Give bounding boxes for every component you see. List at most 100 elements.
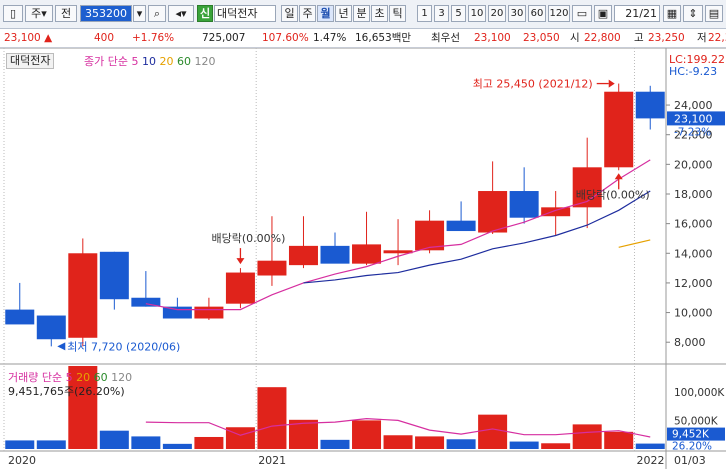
market-select[interactable]: 주▾ — [25, 5, 53, 22]
quote-open: 22,800 — [584, 32, 621, 44]
stock-name-field[interactable]: 대덕전자 — [214, 5, 276, 22]
candle-body — [509, 191, 539, 218]
period-button-3[interactable]: 년 — [335, 5, 352, 22]
x-label-2022: 2022 — [636, 454, 664, 467]
x-label-date: 01/03 — [674, 454, 706, 467]
code-input[interactable]: 353200 — [80, 5, 132, 22]
period-button-6[interactable]: 틱 — [389, 5, 406, 22]
volume-bar — [131, 436, 161, 449]
candle-body — [478, 191, 508, 233]
interval-button-6[interactable]: 60 — [528, 5, 546, 22]
candle-body — [604, 91, 634, 168]
volume-bar — [446, 439, 476, 449]
quote-low-label: 저 — [697, 32, 707, 44]
period-button-2[interactable]: 월 — [317, 5, 334, 22]
y-tick-label: 14,000 — [674, 247, 713, 260]
interval-toggle-icon[interactable]: ▭ — [572, 5, 592, 22]
window-menu-icon[interactable]: ▯ — [3, 5, 23, 22]
volume-tick-label: 50,000K — [674, 415, 719, 427]
price-value: 23,100 — [4, 32, 41, 44]
volume-bar — [36, 440, 66, 449]
y-tick-label: 12,000 — [674, 277, 713, 290]
code-dropdown-icon[interactable]: ▾ — [133, 5, 146, 22]
volume-bar — [320, 439, 350, 449]
x-label-2021: 2021 — [258, 454, 286, 467]
y-tick-label: 10,000 — [674, 307, 713, 320]
ma-label: 종가 단순 — [84, 55, 128, 68]
count-field[interactable]: 21/21 — [614, 5, 660, 22]
volume-bar — [415, 436, 445, 449]
volume-bar — [383, 435, 413, 449]
volume-bar — [194, 436, 224, 449]
quote-change: 400 — [94, 32, 115, 44]
volume-bar — [352, 420, 382, 449]
interval-button-2[interactable]: 5 — [451, 5, 466, 22]
volume-bar — [509, 441, 539, 449]
candle-body — [446, 220, 476, 232]
count-value: 21 — [625, 7, 640, 20]
volume-bar — [162, 443, 192, 449]
quote-high-label: 고 — [634, 32, 644, 44]
quote-volume: 725,007 — [202, 32, 246, 44]
price-volume-chart[interactable]: 8,000 10,000 12,000 14,000 16,000 18,000 20,00… — [0, 47, 726, 469]
expand-icon[interactable]: ⇕ — [683, 5, 703, 22]
y-tick-label: 8,000 — [674, 336, 706, 349]
current-volume-pct: 26.20% — [672, 441, 712, 453]
candle-body — [162, 306, 192, 319]
period-button-5[interactable]: 초 — [371, 5, 388, 22]
interval-button-0[interactable]: 1 — [417, 5, 432, 22]
current-volume-label: 9,452K — [672, 429, 710, 441]
period-button-4[interactable]: 분 — [353, 5, 370, 22]
stock-name-tag[interactable]: 대덕전자 — [6, 53, 55, 69]
quote-low: 22,350 — [708, 32, 726, 44]
period-button-1[interactable]: 주 — [299, 5, 316, 22]
quote-open-label: 시 — [570, 32, 580, 44]
current-pct-label: -7.23% — [674, 126, 711, 138]
volume-bar — [635, 443, 665, 449]
calendar-icon[interactable]: ▣ — [594, 5, 612, 22]
x-label-2020: 2020 — [8, 454, 36, 467]
quote-change-pct: +1.76% — [132, 32, 175, 44]
hc-label: HC:-9.23 — [669, 65, 717, 78]
grid-icon[interactable]: ▦ — [663, 5, 681, 22]
candle-body — [635, 91, 665, 119]
volume-value: 9,451,765주(26.20%) — [8, 385, 125, 398]
quote-price: 23,100 ▲ — [4, 32, 53, 44]
candle-body — [194, 306, 224, 319]
interval-button-7[interactable]: 120 — [548, 5, 570, 22]
market-label: 주 — [31, 7, 42, 20]
volume-tick-label: 100,000K — [674, 387, 725, 399]
quote-prio-label: 최우선 — [431, 32, 460, 44]
toolbar: ▯ 주▾ 전 353200 ▾ ⌕ ◂▾ 신 대덕전자 일주월년분초틱 1351… — [0, 0, 726, 29]
volume-bar — [541, 443, 571, 449]
ma5-period: 5 — [131, 55, 139, 68]
y-tick-label: 20,000 — [674, 158, 713, 171]
interval-button-5[interactable]: 30 — [508, 5, 526, 22]
ma120-period: 120 — [194, 55, 216, 68]
candle-body — [99, 251, 129, 300]
credit-badge: 신 — [197, 5, 213, 22]
period-button-0[interactable]: 일 — [281, 5, 298, 22]
candle-body — [288, 245, 318, 266]
type-button[interactable]: 전 — [55, 5, 77, 22]
dividend-label: 배당락(0.00%) — [211, 232, 285, 245]
volume-bar — [257, 387, 287, 449]
sound-icon[interactable]: ◂▾ — [168, 5, 194, 22]
chart-panel[interactable]: 8,000 10,000 12,000 14,000 16,000 18,000 20,00… — [0, 47, 726, 469]
search-icon[interactable]: ⌕ — [148, 5, 166, 22]
quote-turnover: 1.47% — [313, 32, 347, 44]
volume-bar — [225, 427, 255, 449]
ma10-period: 10 — [141, 55, 156, 68]
ma60-period: 60 — [176, 55, 191, 68]
candle-body — [68, 253, 98, 338]
quote-vol-ratio: 107.60% — [262, 32, 309, 44]
settings-icon[interactable]: ▤ — [705, 5, 723, 22]
quote-bar: 23,100 ▲ 400 +1.76% 725,007 107.60% 1.47… — [0, 29, 726, 48]
volume-bar — [478, 414, 508, 449]
interval-button-4[interactable]: 20 — [488, 5, 506, 22]
y-tick-label: 18,000 — [674, 188, 713, 201]
candle-body — [36, 315, 66, 340]
interval-button-3[interactable]: 10 — [468, 5, 486, 22]
ma-legend[interactable]: 종가 단순 5 10 20 60 120 — [84, 53, 215, 69]
interval-button-1[interactable]: 3 — [434, 5, 449, 22]
